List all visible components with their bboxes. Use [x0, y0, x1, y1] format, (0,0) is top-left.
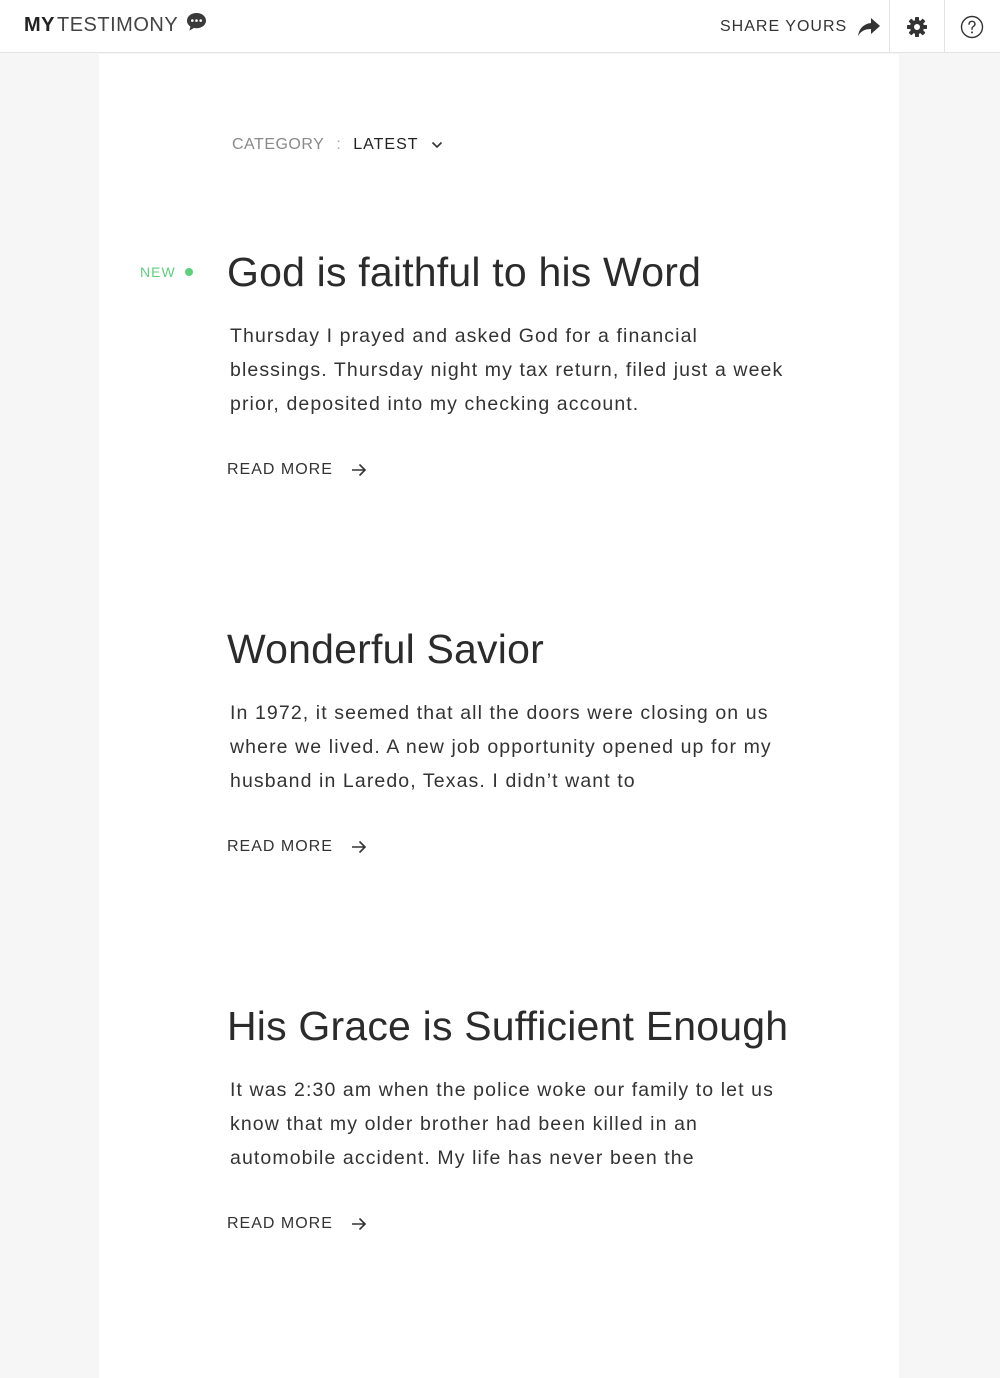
testimony-excerpt: Thursday I prayed and asked God for a fi… [230, 325, 784, 415]
category-filter: CATEGORY : LATEST [232, 136, 443, 154]
arrow-right-icon [351, 1217, 367, 1231]
testimony-title[interactable]: Wonderful Savior [227, 624, 807, 674]
new-badge: NEW [140, 264, 193, 280]
brand-my: MY [24, 14, 55, 36]
brand-testimony: TESTIMONY [57, 14, 179, 36]
help-circle-icon [960, 15, 984, 39]
arrow-right-icon [351, 463, 367, 477]
new-indicator-dot [184, 268, 193, 276]
read-more-link[interactable]: READ MORE [227, 1215, 367, 1233]
share-yours-label: SHARE YOURS [720, 18, 848, 35]
testimony-title[interactable]: His Grace is Sufficient Enough [227, 1001, 807, 1051]
share-yours-button[interactable]: SHARE YOURS [720, 14, 881, 40]
read-more-link[interactable]: READ MORE [227, 838, 367, 856]
testimony-card: Wonderful Savior In 1972, it seemed that… [227, 624, 807, 856]
testimony-card: God is faithful to his Word Thursday I p… [227, 247, 807, 479]
testimony-excerpt: In 1972, it seemed that all the doors we… [230, 702, 772, 792]
chevron-down-icon [431, 141, 443, 149]
testimony-title[interactable]: God is faithful to his Word [227, 247, 807, 297]
read-more-label: READ MORE [227, 838, 333, 855]
category-separator: : [336, 136, 342, 153]
top-bar: MY TESTIMONY SHARE YOURS [0, 0, 1000, 53]
read-more-link[interactable]: READ MORE [227, 461, 367, 479]
category-dropdown[interactable]: LATEST [353, 136, 442, 154]
brand-logo[interactable]: MY TESTIMONY [24, 12, 207, 38]
settings-button[interactable] [889, 0, 944, 53]
testimony-feed: CATEGORY : LATEST NEW God is faithful to… [99, 54, 899, 1378]
category-selected-value: LATEST [353, 136, 419, 153]
chat-bubble-icon [186, 12, 207, 38]
category-label: CATEGORY [232, 136, 325, 153]
read-more-label: READ MORE [227, 1215, 333, 1232]
testimony-card: His Grace is Sufficient Enough It was 2:… [227, 1001, 807, 1233]
new-badge-label: NEW [140, 264, 176, 280]
read-more-label: READ MORE [227, 461, 333, 478]
testimony-excerpt: It was 2:30 am when the police woke our … [230, 1079, 774, 1169]
arrow-right-icon [351, 840, 367, 854]
gear-icon [906, 16, 928, 38]
help-button[interactable] [944, 0, 999, 53]
share-arrow-icon [857, 17, 881, 37]
